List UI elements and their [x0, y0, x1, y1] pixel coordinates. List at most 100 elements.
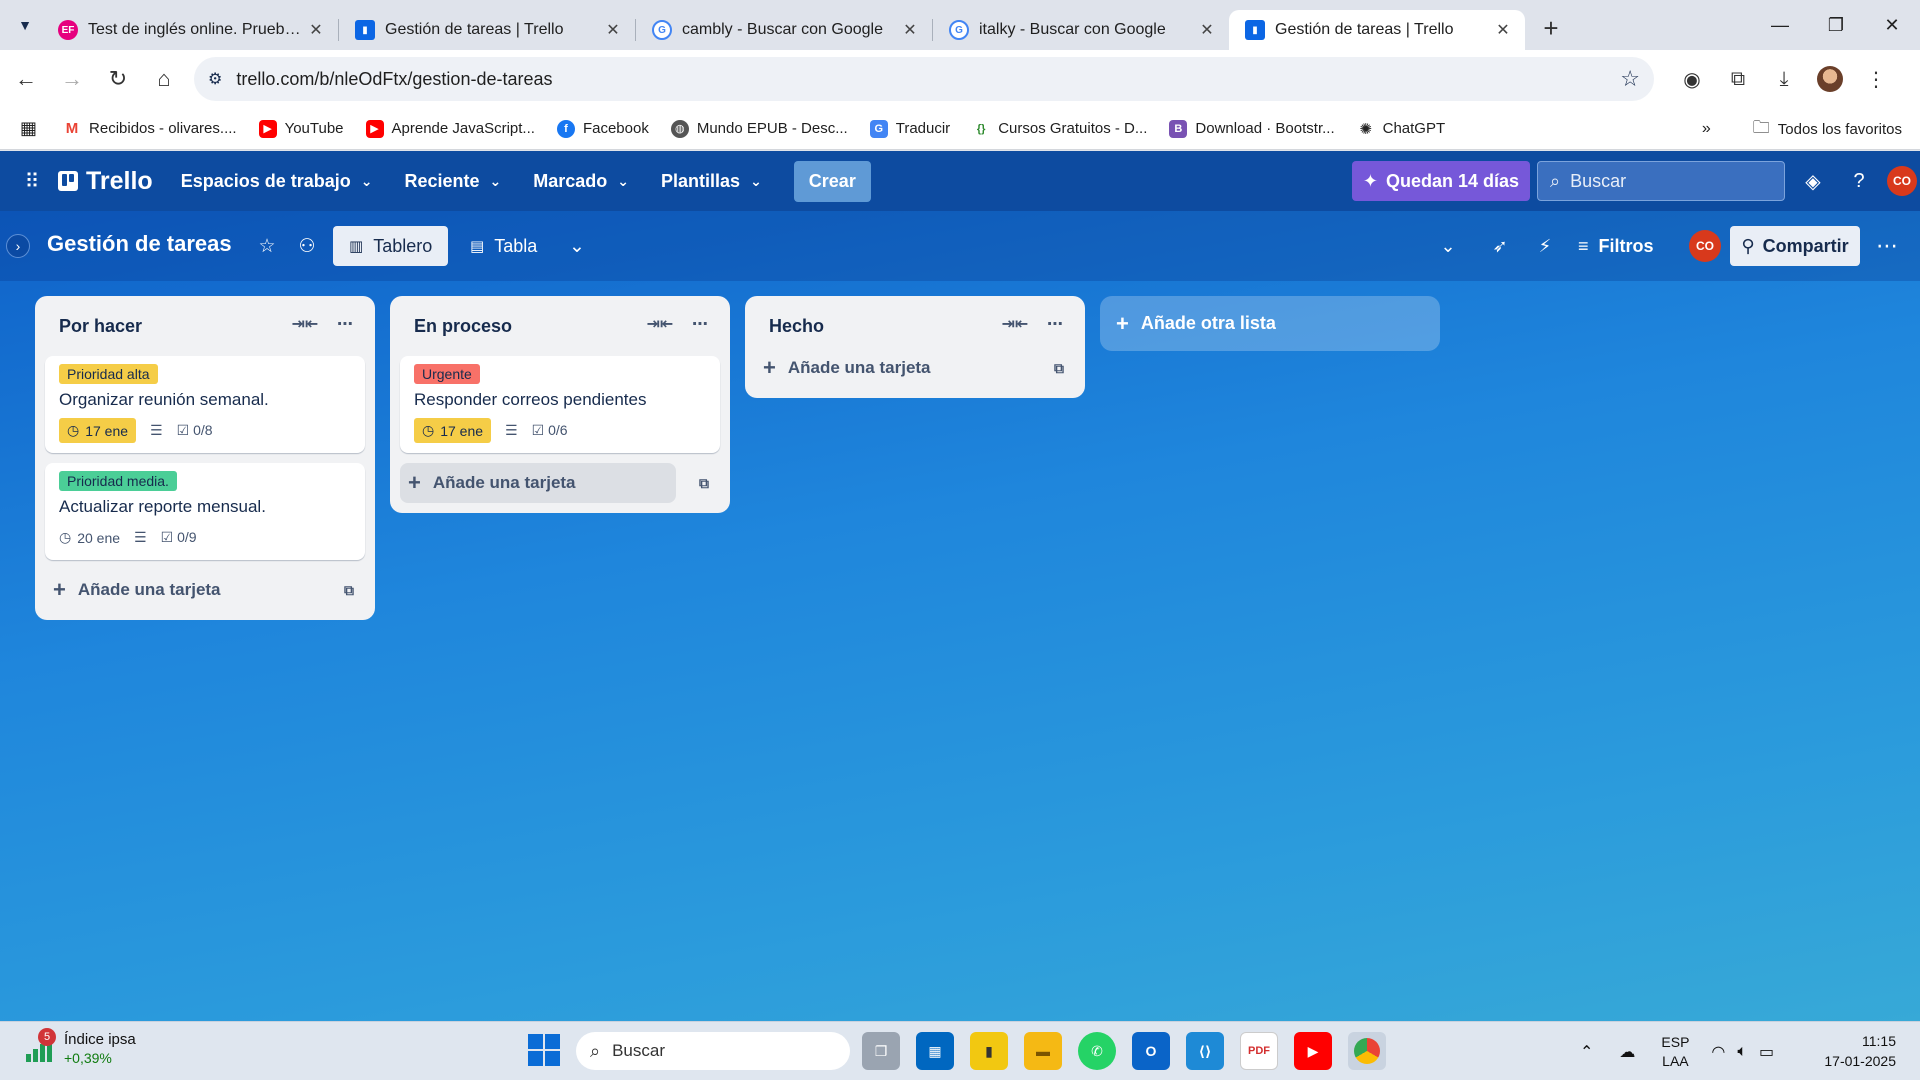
language-indicator[interactable]: ESP LAA: [1661, 1033, 1689, 1071]
close-icon[interactable]: ✕: [603, 20, 623, 40]
bookmark-item[interactable]: M Recibidos - olivares....: [63, 119, 237, 138]
power-ups-icon[interactable]: ➶: [1485, 231, 1515, 261]
bookmark-item[interactable]: ✺ ChatGPT: [1356, 119, 1445, 138]
menu-starred[interactable]: Marcado ⌄: [533, 171, 629, 192]
stock-widget[interactable]: 5 Índice ipsa +0,39%: [24, 1028, 136, 1068]
all-bookmarks-link[interactable]: Todos los favoritos: [1778, 121, 1902, 138]
due-date-badge[interactable]: ◷ 17 ene: [59, 418, 137, 443]
chrome-icon[interactable]: [1348, 1032, 1386, 1070]
add-list-button[interactable]: + Añade otra lista: [1100, 296, 1440, 351]
battery-icon[interactable]: ▭: [1759, 1042, 1774, 1062]
clock[interactable]: 11:15 17-01-2025: [1824, 1031, 1896, 1071]
bookmark-item[interactable]: ▶ YouTube: [258, 119, 344, 138]
trello-logo[interactable]: Trello: [58, 167, 153, 196]
due-date-badge[interactable]: ◷ 17 ene: [414, 418, 492, 443]
restore-icon[interactable]: ❐: [1808, 0, 1864, 50]
notifications-icon[interactable]: ◈: [1795, 161, 1831, 201]
home-icon[interactable]: ⌂: [144, 59, 184, 99]
reload-icon[interactable]: ↻: [98, 59, 138, 99]
bookmark-item[interactable]: f Facebook: [556, 119, 649, 138]
minimize-icon[interactable]: —: [1752, 0, 1808, 50]
outlook-icon[interactable]: O: [1132, 1032, 1170, 1070]
power-bi-icon[interactable]: ▮: [970, 1032, 1008, 1070]
chevron-down-icon[interactable]: ⌄: [1433, 231, 1463, 261]
list-header[interactable]: Por hacer ⇥⇤ ⋯: [45, 296, 365, 356]
browser-tab[interactable]: EF Test de inglés online. Prueba of ✕: [42, 10, 338, 50]
browser-tab[interactable]: G italky - Buscar con Google ✕: [933, 10, 1229, 50]
star-icon[interactable]: ☆: [252, 231, 282, 261]
card-label[interactable]: Urgente: [414, 364, 480, 384]
browser-tab[interactable]: G cambly - Buscar con Google ✕: [636, 10, 932, 50]
list-header[interactable]: En proceso ⇥⇤ ⋯: [400, 296, 720, 356]
back-icon[interactable]: ←: [6, 59, 46, 99]
chevron-up-icon[interactable]: ⌃: [1580, 1042, 1593, 1062]
youtube-icon[interactable]: ▶: [1294, 1032, 1332, 1070]
close-icon[interactable]: ✕: [306, 20, 326, 40]
list-header[interactable]: Hecho ⇥⇤ ⋯: [755, 296, 1075, 356]
bookmark-item[interactable]: {} Cursos Gratuitos - D...: [972, 119, 1147, 138]
extensions-icon[interactable]: ⧉: [1720, 61, 1756, 97]
close-icon[interactable]: ✕: [900, 20, 920, 40]
menu-templates[interactable]: Plantillas ⌄: [661, 171, 762, 192]
template-icon[interactable]: ⧉: [694, 473, 714, 493]
forward-icon[interactable]: →: [52, 59, 92, 99]
chevron-double-right-icon[interactable]: »: [1702, 120, 1711, 138]
apps-grid-icon[interactable]: ▦: [20, 118, 37, 139]
more-icon[interactable]: ⋯: [686, 310, 714, 338]
bookmark-item[interactable]: B Download · Bootstr...: [1169, 119, 1335, 138]
bookmark-item[interactable]: ◍ Mundo EPUB - Desc...: [670, 119, 848, 138]
pdf-icon[interactable]: PDF: [1240, 1032, 1278, 1070]
collapse-icon[interactable]: ⇥⇤: [291, 310, 319, 338]
bookmark-item[interactable]: ▶ Aprende JavaScript...: [365, 119, 535, 138]
url-text[interactable]: trello.com/b/nleOdFtx/gestion-de-tareas: [236, 69, 1620, 90]
close-icon[interactable]: ✕: [1493, 20, 1513, 40]
list-title[interactable]: Hecho: [769, 316, 824, 337]
create-button[interactable]: Crear: [793, 160, 871, 202]
template-icon[interactable]: ⧉: [1049, 358, 1069, 378]
close-icon[interactable]: ✕: [1197, 20, 1217, 40]
card[interactable]: Urgente Responder correos pendientes ◷ 17…: [400, 356, 720, 453]
menu-recent[interactable]: Reciente ⌄: [404, 171, 501, 192]
tab-search-button[interactable]: ▼: [8, 8, 42, 42]
collapse-icon[interactable]: ⇥⇤: [646, 310, 674, 338]
menu-workspaces[interactable]: Espacios de trabajo ⌄: [181, 171, 373, 192]
help-icon[interactable]: ?: [1841, 161, 1877, 201]
template-icon[interactable]: ⧉: [339, 580, 359, 600]
address-bar[interactable]: ⚙ trello.com/b/nleOdFtx/gestion-de-tarea…: [194, 57, 1654, 101]
card[interactable]: Prioridad media. Actualizar reporte mens…: [45, 463, 365, 560]
list-title[interactable]: Por hacer: [59, 316, 142, 337]
close-window-icon[interactable]: ✕: [1864, 0, 1920, 50]
due-date-badge[interactable]: ◷ 20 ene: [59, 525, 120, 550]
trial-button[interactable]: ✦ Quedan 14 días: [1352, 161, 1530, 201]
add-card-button[interactable]: + Añade una tarjeta ⧉: [400, 463, 709, 503]
tab-board[interactable]: ▥ Tablero: [333, 226, 449, 266]
file-explorer-icon[interactable]: ▬: [1024, 1032, 1062, 1070]
list-title[interactable]: En proceso: [414, 316, 512, 337]
avatar[interactable]: CO: [1689, 230, 1721, 262]
taskbar-search[interactable]: ⌕ Buscar: [576, 1032, 850, 1070]
collapse-icon[interactable]: ⇥⇤: [1001, 310, 1029, 338]
card[interactable]: Prioridad alta Organizar reunión semanal…: [45, 356, 365, 453]
task-view-icon[interactable]: ❐: [862, 1032, 900, 1070]
automation-icon[interactable]: ⚡: [1530, 231, 1560, 261]
search-input[interactable]: ⌕ Buscar: [1537, 161, 1785, 201]
sidebar-toggle-icon[interactable]: ›: [6, 234, 30, 258]
browser-tab-active[interactable]: ▮ Gestión de tareas | Trello ✕: [1229, 10, 1525, 50]
download-icon[interactable]: ⤓: [1766, 61, 1802, 97]
add-card-button[interactable]: + Añade una tarjeta ⧉: [755, 348, 1075, 388]
tab-table[interactable]: ▤ Tabla: [454, 226, 553, 266]
profile-avatar[interactable]: [1812, 61, 1848, 97]
app-switcher-icon[interactable]: ⠿: [12, 161, 52, 201]
new-tab-button[interactable]: +: [1533, 10, 1569, 46]
media-icon[interactable]: ◉: [1674, 61, 1710, 97]
bookmark-star-icon[interactable]: ☆: [1620, 66, 1640, 92]
store-icon[interactable]: ▦: [916, 1032, 954, 1070]
volume-icon[interactable]: 🔈︎: [1737, 1043, 1747, 1061]
share-button[interactable]: ⚲ Compartir: [1730, 226, 1860, 266]
vscode-icon[interactable]: ⟨⟩: [1186, 1032, 1224, 1070]
visibility-icon[interactable]: ⚇: [292, 231, 322, 261]
more-icon[interactable]: ⋯: [331, 310, 359, 338]
browser-tab[interactable]: ▮ Gestión de tareas | Trello ✕: [339, 10, 635, 50]
card-label[interactable]: Prioridad media.: [59, 471, 177, 491]
more-icon[interactable]: ⋯: [1041, 310, 1069, 338]
